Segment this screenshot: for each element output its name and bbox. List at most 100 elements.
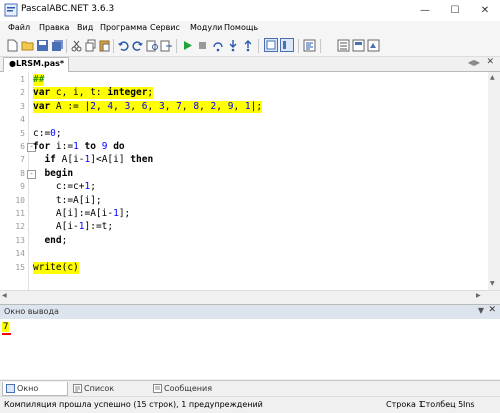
vertical-scrollbar[interactable]: ▲ ▼ [488,72,500,290]
output-cursor [2,333,11,335]
line-number: 14 [15,249,25,259]
line-number: 5 [20,128,25,138]
compiler-messages-icon [153,384,162,393]
code-line: for i:=1 to 9 do [33,141,125,152]
menu-edit[interactable]: Правка [39,23,69,32]
line-number: 4 [20,115,25,125]
scroll-up-icon[interactable]: ▲ [490,74,495,81]
status-insert-mode: Ins [463,400,475,409]
minimize-button[interactable]: — [410,0,440,21]
menu-help[interactable]: Помощь [224,23,258,32]
status-message: Компиляция прошла успешно (15 строк), 1 … [4,400,263,409]
toolbar-separator [298,39,299,53]
line-number: 1 [20,75,25,84]
close-window-button[interactable]: ✕ [470,0,500,21]
code-line: t:=A[i]; [33,194,102,206]
redo-icon[interactable] [131,39,144,52]
scroll-down-icon[interactable]: ▼ [490,280,495,287]
status-column: Столбец 5 [420,400,464,409]
status-row: Строка 1 [386,400,424,409]
toolbar-separator [320,39,321,53]
tab-output-window[interactable]: Окно вывода [2,382,68,406]
tab-scroll-icon[interactable]: ◀▶ [468,58,480,67]
open-folder-icon[interactable] [21,39,34,52]
output-window-icon [6,384,15,393]
title-bar: PascalABC.NET 3.6.3 — ☐ ✕ [0,0,500,21]
code-line: end; [44,234,68,246]
line-number: 8 [20,168,25,178]
line-number: 2 [20,88,25,98]
window-title: PascalABC.NET 3.6.3 [21,4,115,14]
replace-icon[interactable] [160,39,173,52]
compile-icon[interactable] [337,39,350,52]
error-list-icon [73,384,82,393]
close-tab-icon[interactable]: ✕ [486,57,494,67]
horizontal-scrollbar[interactable]: ◀ ▶ [0,290,500,303]
status-bar: Компиляция прошла успешно (15 строк), 1 … [0,396,500,413]
properties-icon[interactable] [352,39,365,52]
tab-error-list[interactable]: Список ошибок [70,382,146,406]
scroll-right-icon[interactable]: ▶ [476,292,481,299]
paste-icon[interactable] [98,39,111,52]
find-icon[interactable] [146,39,159,52]
tab-compiler-messages[interactable]: Сообщения компилятора [150,382,260,406]
output-value: 7 [2,322,10,332]
tab-label: ●LRSM.pas* [9,59,65,68]
output-window-header: Окно вывода ▼ ✕ [0,304,500,320]
run-icon[interactable] [181,39,194,52]
code-line: A[i-1]:=t; [33,221,114,233]
editor-tab-strip: ●LRSM.pas* ◀▶ ✕ [0,57,500,72]
code-line: var A := |2, 4, 3, 6, 3, 7, 8, 2, 9, 1|; [33,100,263,113]
line-number: 7 [20,155,25,165]
output-panel[interactable]: 7 [0,319,500,379]
code-line: A[i]:=A[i-1]; [33,208,131,219]
menu-program[interactable]: Программа [100,23,147,32]
code-line: var c, i, t: integer; [33,87,154,100]
menu-modules[interactable]: Модули [190,23,222,32]
step-out-icon[interactable] [242,39,255,52]
stop-icon[interactable] [196,39,209,52]
cut-icon[interactable] [70,39,83,52]
line-number: 6 [20,142,25,151]
toolbar-separator [176,39,177,53]
line-number: 13 [15,235,25,245]
line-number: 9 [20,182,25,192]
copy-icon[interactable] [84,39,97,52]
debug-window-icon[interactable] [280,38,294,52]
console-window-icon[interactable] [264,38,278,52]
menu-file[interactable]: Файл [8,23,30,32]
line-number: 11 [15,209,25,218]
toolbar [0,36,500,57]
code-line: ## [33,74,45,86]
tab-lrsm[interactable]: ●LRSM.pas* [3,57,69,72]
save-icon[interactable] [36,39,49,52]
line-number: 10 [15,195,25,205]
undo-icon[interactable] [117,39,130,52]
line-number-gutter: 1 2 3 4 5 6-7 8-9 10 11 12 13 14 15 [0,72,36,290]
toolbar-separator [258,39,259,53]
menu-service[interactable]: Сервис [150,23,180,32]
toolbar-separator [113,39,114,53]
code-line: write(c) [33,261,79,274]
step-into-icon[interactable] [227,39,240,52]
maximize-button[interactable]: ☐ [440,0,470,21]
toolbar-separator [66,39,67,53]
line-number: 12 [15,222,25,232]
close-output-icon[interactable]: ✕ [488,305,496,315]
app-icon [4,3,18,17]
menu-view[interactable]: Вид [77,23,93,32]
pin-icon[interactable]: ▼ [478,306,484,315]
output-window-title: Окно вывода [4,307,59,316]
new-file-icon[interactable] [6,39,19,52]
scroll-left-icon[interactable]: ◀ [2,292,7,299]
code-line: begin [44,167,74,179]
line-number: 15 [15,262,25,272]
line-number: 3 [20,101,25,111]
save-all-icon[interactable] [51,39,64,52]
format-icon[interactable] [303,39,316,52]
settings-icon[interactable] [367,39,380,52]
code-line: c:=0; [33,127,62,139]
step-over-icon[interactable] [212,39,225,52]
bottom-tab-strip: Окно вывода Список ошибок Сообщения комп… [0,380,500,406]
code-line: c:=c+1; [33,181,96,193]
